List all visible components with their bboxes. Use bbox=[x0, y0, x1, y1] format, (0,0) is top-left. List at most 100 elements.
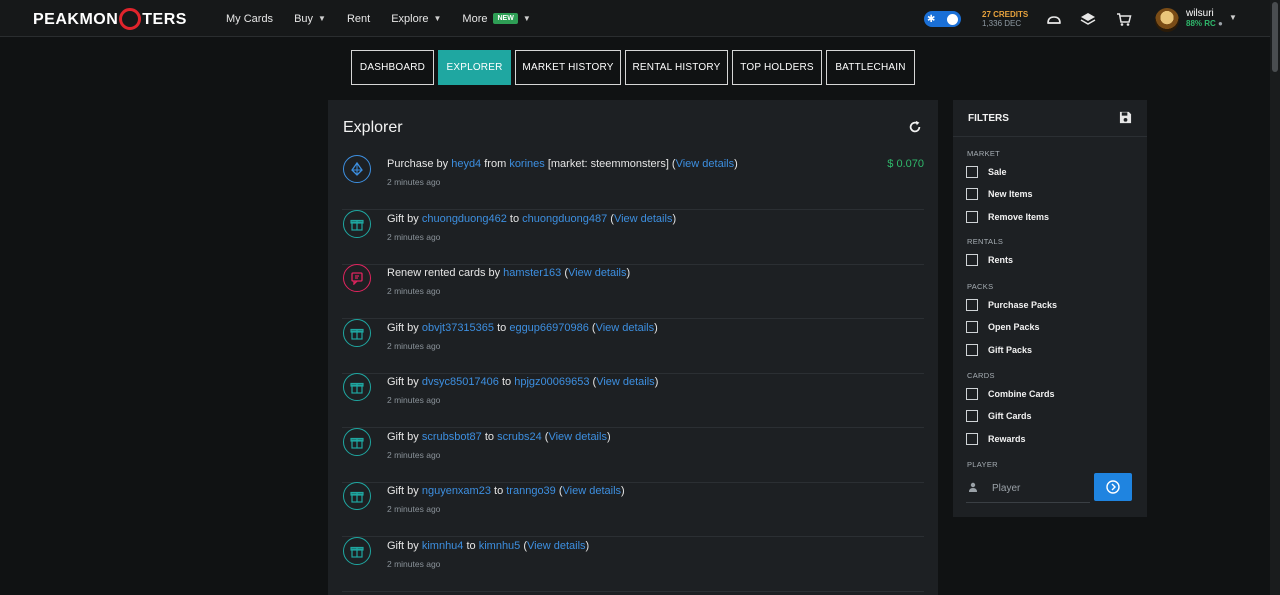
tab-explorer[interactable]: EXPLORER bbox=[438, 50, 511, 85]
nav-more[interactable]: More NEW ▼ bbox=[462, 13, 530, 25]
nav-explore[interactable]: Explore ▼ bbox=[391, 13, 441, 25]
filter-section-packs: PACKS bbox=[967, 282, 994, 291]
avatar[interactable] bbox=[1155, 8, 1179, 32]
refresh-icon[interactable] bbox=[908, 120, 922, 134]
filter-rents[interactable]: Rents bbox=[966, 253, 1013, 267]
checkbox[interactable] bbox=[966, 410, 978, 423]
event-timestamp: 2 minutes ago bbox=[387, 286, 441, 296]
filter-gift-cards[interactable]: Gift Cards bbox=[966, 409, 1032, 423]
peakmonsters-logo[interactable]: PEAKMON TERS bbox=[33, 8, 187, 31]
view-details-link[interactable]: View details bbox=[568, 267, 627, 279]
event-user-link[interactable]: obvjt37315365 bbox=[422, 322, 494, 334]
checkbox[interactable] bbox=[966, 254, 978, 266]
filter-gift-packs[interactable]: Gift Packs bbox=[966, 343, 1032, 357]
view-details-link[interactable]: View details bbox=[563, 485, 622, 497]
theme-toggle[interactable]: ✱ bbox=[924, 11, 961, 27]
event-user-link[interactable]: scrubs24 bbox=[497, 431, 542, 443]
chevron-down-icon: ▼ bbox=[318, 14, 326, 23]
chevron-down-icon: ▼ bbox=[433, 14, 442, 23]
filter-open-packs[interactable]: Open Packs bbox=[966, 320, 1040, 334]
event-timestamp: 2 minutes ago bbox=[387, 449, 441, 460]
tab-battlechain[interactable]: BATTLECHAIN bbox=[826, 50, 915, 85]
event-user-link[interactable]: hamster163 bbox=[503, 267, 561, 279]
event-timestamp: 2 minutes ago bbox=[387, 395, 441, 405]
view-details-link[interactable]: View details bbox=[596, 376, 655, 388]
checkbox[interactable] bbox=[966, 432, 978, 445]
save-icon[interactable] bbox=[1119, 111, 1132, 124]
event-timestamp: 2 minutes ago bbox=[387, 504, 441, 514]
page-title: Explorer bbox=[343, 119, 403, 136]
event-user-link[interactable]: eggup66970986 bbox=[509, 322, 589, 334]
tab-top-holders[interactable]: TOP HOLDERS bbox=[732, 50, 822, 85]
view-details-link[interactable]: View details bbox=[596, 322, 655, 334]
gift-icon bbox=[343, 427, 371, 456]
view-details-link[interactable]: View details bbox=[527, 540, 586, 552]
nav-rent[interactable]: Rent bbox=[347, 13, 370, 25]
gift-icon bbox=[343, 482, 371, 510]
logo-text-post: TERS bbox=[142, 11, 187, 28]
explorer-panel: Explorer Purchase by heyd4 from korines … bbox=[328, 100, 938, 595]
tab-rental-history[interactable]: RENTAL HISTORY bbox=[625, 50, 728, 85]
event-user-link[interactable]: kimnhu4 bbox=[422, 540, 464, 552]
player-input[interactable] bbox=[992, 483, 1082, 494]
rc-percentage: 88% RC ● bbox=[1186, 19, 1223, 28]
page-scrollbar[interactable] bbox=[1270, 0, 1280, 595]
event-description: Renew rented cards by hamster163 (View d… bbox=[387, 267, 631, 279]
user-menu[interactable]: wilsuri 88% RC ● bbox=[1186, 9, 1223, 29]
view-details-link[interactable]: View details bbox=[676, 158, 735, 170]
event-user-link[interactable]: hpjgz00069653 bbox=[514, 376, 589, 388]
event-user-link[interactable]: dvsyc85017406 bbox=[422, 376, 499, 388]
filter-remove-items[interactable]: Remove Items bbox=[966, 210, 1049, 224]
checkbox[interactable] bbox=[966, 299, 978, 311]
event-user-link[interactable]: chuongduong487 bbox=[522, 213, 607, 225]
event-user-link[interactable]: scrubsbot87 bbox=[422, 431, 482, 443]
nav-my-cards[interactable]: My Cards bbox=[226, 13, 273, 25]
view-details-link[interactable]: View details bbox=[548, 431, 607, 443]
filter-purchase-packs[interactable]: Purchase Packs bbox=[966, 298, 1057, 312]
toggle-knob bbox=[947, 13, 958, 25]
filter-rewards[interactable]: Rewards bbox=[966, 432, 1026, 446]
filter-sale[interactable]: Sale bbox=[966, 165, 1007, 179]
event-row: Gift by scrubsbot87 to scrubs24 (View de… bbox=[342, 427, 924, 483]
gift-icon bbox=[343, 209, 371, 238]
tab-market-history[interactable]: MARKET HISTORY bbox=[515, 50, 621, 85]
tab-dashboard[interactable]: DASHBOARD bbox=[351, 50, 434, 85]
user-icon bbox=[968, 482, 982, 495]
event-description: Gift by chuongduong462 to chuongduong487… bbox=[387, 212, 677, 225]
filter-combine-cards[interactable]: Combine Cards bbox=[966, 387, 1055, 401]
filter-new-items[interactable]: New Items bbox=[966, 187, 1033, 201]
gift-icon bbox=[343, 373, 371, 401]
event-user-link[interactable]: kimnhu5 bbox=[479, 540, 521, 552]
event-timestamp: 2 minutes ago bbox=[387, 340, 441, 351]
cloud-icon[interactable] bbox=[1046, 11, 1062, 27]
checkbox[interactable] bbox=[966, 210, 978, 223]
event-timestamp: 2 minutes ago bbox=[387, 231, 441, 242]
player-field bbox=[966, 475, 1090, 503]
checkbox[interactable] bbox=[966, 188, 978, 201]
player-search-button[interactable] bbox=[1094, 473, 1132, 501]
event-user-link[interactable]: tranngo39 bbox=[506, 485, 556, 497]
event-user-link[interactable]: korines bbox=[509, 158, 544, 170]
cart-icon[interactable] bbox=[1116, 11, 1132, 27]
filters-header: FILTERS bbox=[953, 100, 1147, 137]
checkbox[interactable] bbox=[966, 321, 978, 334]
event-description: Gift by obvjt37315365 to eggup66970986 (… bbox=[387, 321, 658, 334]
event-user-link[interactable]: nguyenxam23 bbox=[422, 485, 491, 497]
chevron-down-icon[interactable]: ▼ bbox=[1229, 13, 1237, 22]
layers-icon[interactable] bbox=[1080, 11, 1096, 27]
credits-balance: 27 CREDITS bbox=[982, 10, 1029, 19]
event-user-link[interactable]: heyd4 bbox=[451, 158, 481, 170]
filter-section-player: PLAYER bbox=[967, 460, 998, 469]
view-details-link[interactable]: View details bbox=[614, 213, 673, 225]
event-description: Gift by dvsyc85017406 to hpjgz00069653 (… bbox=[387, 376, 659, 388]
event-user-link[interactable]: chuongduong462 bbox=[422, 213, 507, 225]
checkbox[interactable] bbox=[966, 343, 978, 356]
event-amount: $ 0.070 bbox=[887, 158, 924, 170]
nav-buy[interactable]: Buy ▼ bbox=[294, 13, 326, 25]
arrow-circle-right-icon bbox=[1106, 480, 1120, 494]
checkbox[interactable] bbox=[966, 388, 978, 400]
filters-title: FILTERS bbox=[968, 113, 1009, 124]
balances[interactable]: 27 CREDITS 1,336 DEC bbox=[982, 10, 1028, 28]
scrollbar-thumb[interactable] bbox=[1272, 2, 1278, 72]
checkbox[interactable] bbox=[966, 166, 978, 178]
